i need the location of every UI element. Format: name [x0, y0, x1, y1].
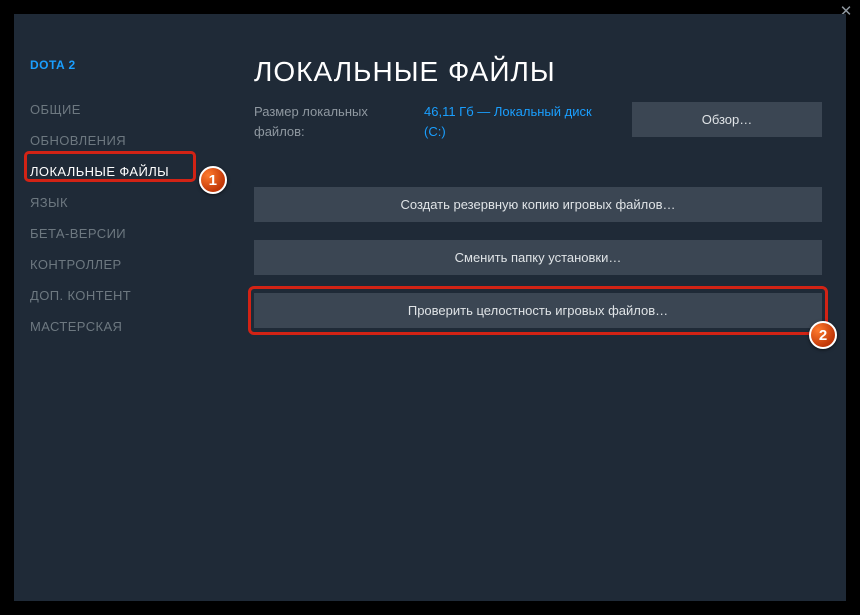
sidebar: DOTA 2 ОБЩИЕ ОБНОВЛЕНИЯ ЛОКАЛЬНЫЕ ФАЙЛЫ …	[14, 14, 214, 601]
sidebar-item-label: КОНТРОЛЛЕР	[30, 257, 122, 272]
sidebar-item-language[interactable]: ЯЗЫК	[26, 187, 214, 218]
local-files-info-row: Размер локальных файлов: 46,11 Гб — Лока…	[254, 102, 822, 141]
properties-window: DOTA 2 ОБЩИЕ ОБНОВЛЕНИЯ ЛОКАЛЬНЫЕ ФАЙЛЫ …	[14, 14, 846, 601]
sidebar-item-label: МАСТЕРСКАЯ	[30, 319, 122, 334]
size-value: 46,11 Гб — Локальный диск (C:)	[424, 102, 604, 141]
sidebar-item-label: ЛОКАЛЬНЫЕ ФАЙЛЫ	[30, 164, 169, 179]
browse-button[interactable]: Обзор…	[632, 102, 822, 137]
sidebar-item-general[interactable]: ОБЩИЕ	[26, 94, 214, 125]
verify-button-wrap: Проверить целостность игровых файлов… 2	[254, 293, 822, 328]
sidebar-item-label: ОБНОВЛЕНИЯ	[30, 133, 126, 148]
sidebar-item-local-files[interactable]: ЛОКАЛЬНЫЕ ФАЙЛЫ 1	[26, 156, 214, 187]
sidebar-item-updates[interactable]: ОБНОВЛЕНИЯ	[26, 125, 214, 156]
sidebar-item-label: ДОП. КОНТЕНТ	[30, 288, 131, 303]
sidebar-item-label: ОБЩИЕ	[30, 102, 81, 117]
verify-files-button[interactable]: Проверить целостность игровых файлов…	[254, 293, 822, 328]
sidebar-item-workshop[interactable]: МАСТЕРСКАЯ	[26, 311, 214, 342]
sidebar-item-label: БЕТА-ВЕРСИИ	[30, 226, 126, 241]
sidebar-item-dlc[interactable]: ДОП. КОНТЕНТ	[26, 280, 214, 311]
page-title: ЛОКАЛЬНЫЕ ФАЙЛЫ	[254, 56, 822, 88]
sidebar-item-label: ЯЗЫК	[30, 195, 68, 210]
sidebar-item-betas[interactable]: БЕТА-ВЕРСИИ	[26, 218, 214, 249]
game-title: DOTA 2	[26, 58, 214, 72]
backup-button[interactable]: Создать резервную копию игровых файлов…	[254, 187, 822, 222]
size-label: Размер локальных файлов:	[254, 102, 404, 141]
sidebar-item-controller[interactable]: КОНТРОЛЛЕР	[26, 249, 214, 280]
move-install-button[interactable]: Сменить папку установки…	[254, 240, 822, 275]
main-panel: ЛОКАЛЬНЫЕ ФАЙЛЫ Размер локальных файлов:…	[214, 14, 846, 601]
